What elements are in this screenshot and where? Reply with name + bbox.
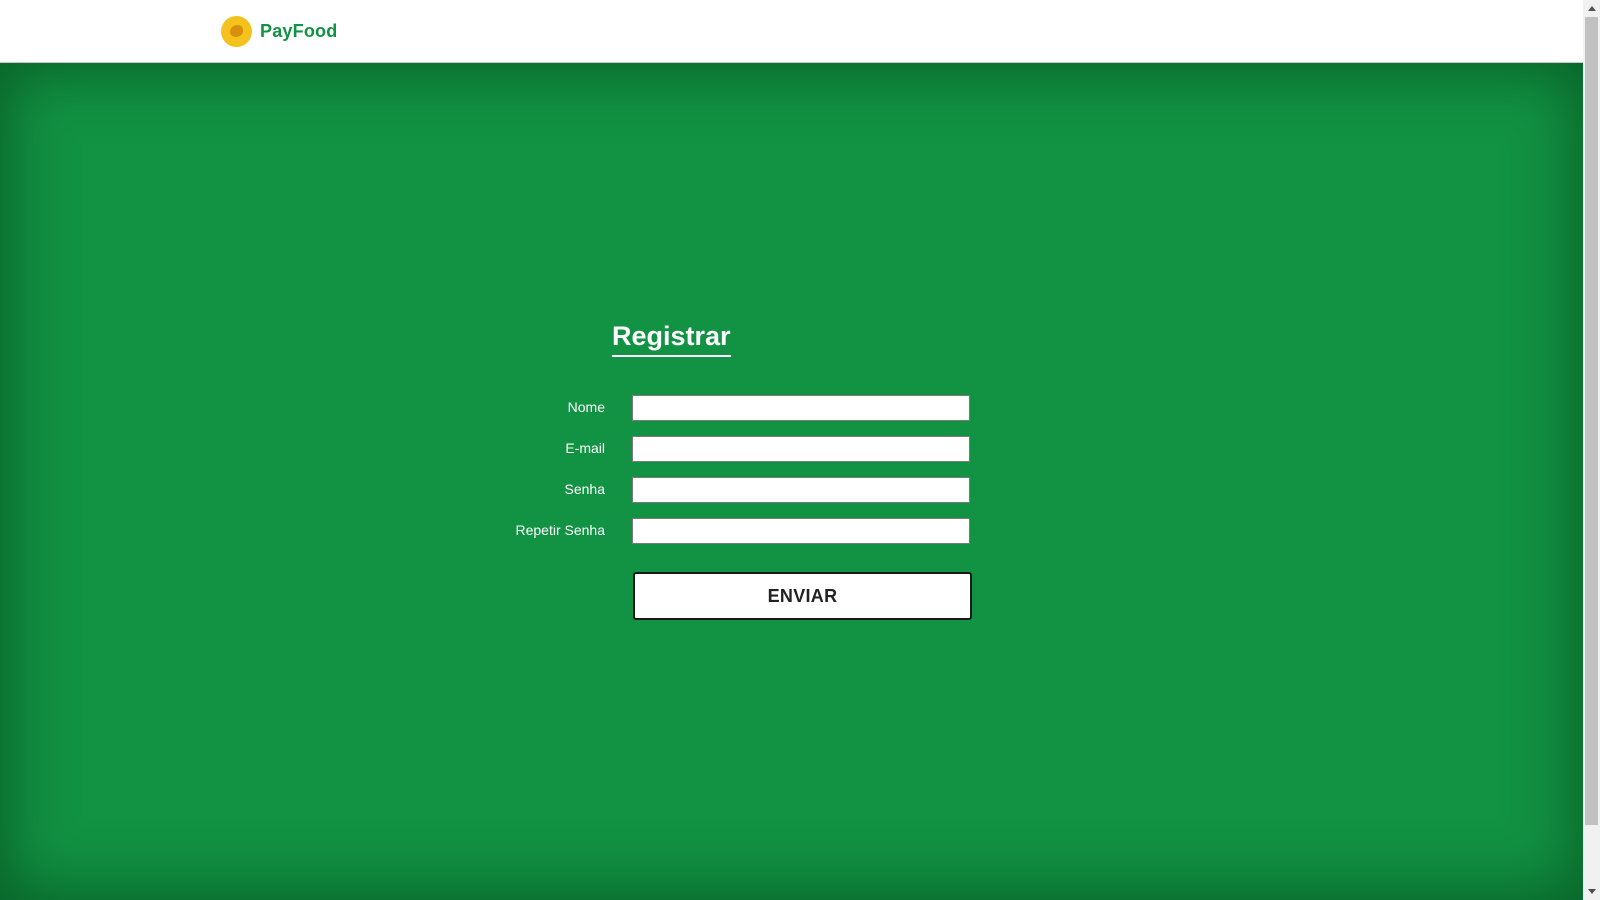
payfood-logo-icon [221,16,252,47]
form-title: Registrar [612,319,731,357]
scroll-down-arrow[interactable] [1583,883,1600,900]
password-input[interactable] [632,477,970,503]
name-label: Nome [567,399,605,415]
vertical-scrollbar[interactable] [1583,0,1600,900]
navbar: PayFood [0,0,1583,63]
arrow-up-icon [1587,6,1596,11]
register-section: Registrar Nome E-mail Senha Repetir Senh… [0,63,1583,900]
repeat-password-label: Repetir Senha [515,522,605,538]
name-input[interactable] [632,395,970,421]
email-label: E-mail [565,440,605,456]
arrow-down-icon [1587,889,1596,894]
page-viewport: PayFood Registrar Nome E-mail Senha Repe… [0,0,1583,900]
scroll-thumb[interactable] [1585,17,1598,825]
email-input[interactable] [632,436,970,462]
scroll-up-arrow[interactable] [1583,0,1600,17]
brand-link[interactable]: PayFood [221,16,337,47]
password-label: Senha [564,481,605,497]
repeat-password-input[interactable] [632,518,970,544]
submit-button[interactable]: ENVIAR [633,572,972,620]
brand-name: PayFood [260,21,338,41]
